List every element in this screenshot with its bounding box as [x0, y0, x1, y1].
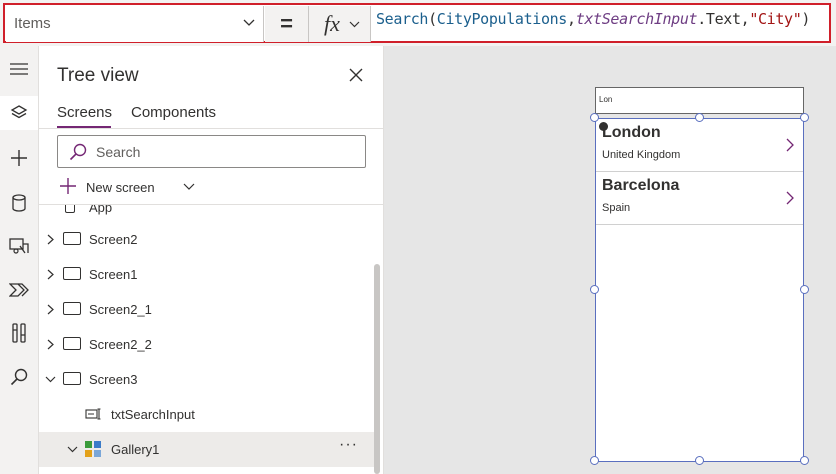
tree-node-gallery1[interactable]: Gallery1 ··· — [39, 432, 374, 467]
tree-node-screen2[interactable]: Screen2 — [39, 222, 374, 257]
formula-bar: Items = fx Search(CityPopulations,txtSea… — [3, 3, 831, 43]
text-input-icon — [85, 408, 101, 420]
resize-handle[interactable] — [590, 113, 599, 122]
plus-icon — [60, 178, 76, 194]
layers-icon[interactable] — [0, 96, 38, 130]
tools-icon[interactable] — [0, 316, 38, 350]
resize-handle[interactable] — [590, 285, 599, 294]
node-label: txtSearchInput — [111, 407, 195, 422]
property-dropdown[interactable]: Items — [6, 6, 264, 42]
property-value: Items — [14, 15, 51, 32]
media-icon[interactable] — [0, 229, 38, 263]
screen-icon — [63, 267, 81, 280]
search-text-input[interactable]: Lon — [595, 87, 804, 114]
node-label: Screen2_2 — [89, 337, 152, 352]
resize-handle[interactable] — [800, 456, 809, 465]
plus-icon[interactable] — [0, 141, 38, 175]
search-placeholder: Search — [96, 144, 141, 160]
gallery-item[interactable]: Barcelona Spain — [596, 172, 803, 225]
node-label: Screen2 — [89, 232, 138, 247]
resize-handle[interactable] — [695, 456, 704, 465]
tree-list: App Screen2 Screen1 Screen2_1 Screen2_2 … — [39, 204, 383, 474]
node-label: App — [89, 204, 113, 215]
item-title: Barcelona — [602, 177, 680, 194]
tree-node-screen1[interactable]: Screen1 — [39, 257, 374, 292]
chevron-down-icon — [243, 19, 255, 26]
search-input[interactable]: Search — [57, 135, 366, 168]
tab-components[interactable]: Components — [131, 104, 216, 121]
chevron-right-icon — [47, 339, 54, 350]
chevron-right-icon — [47, 269, 54, 280]
edit-template-icon[interactable] — [599, 122, 608, 131]
chevron-down-icon — [183, 183, 195, 190]
app-screen-preview: Lon London United Kingdom Barcelona Spai… — [590, 87, 809, 465]
canvas: Lon London United Kingdom Barcelona Spai… — [384, 46, 836, 474]
node-label: Screen2_1 — [89, 302, 152, 317]
search-icon — [69, 143, 87, 161]
panel-title: Tree view — [57, 65, 139, 86]
more-options-icon[interactable]: ··· — [339, 436, 358, 454]
tree-node-txtsearchinput[interactable]: txtSearchInput — [39, 397, 374, 432]
fx-icon: fx — [324, 11, 340, 36]
screen-icon — [63, 337, 81, 350]
resize-handle[interactable] — [695, 113, 704, 122]
gallery-icon — [85, 441, 101, 457]
formula-input[interactable]: Search(CityPopulations,txtSearchInput.Te… — [376, 10, 810, 28]
search-icon[interactable] — [0, 360, 38, 394]
chevron-down-icon — [349, 21, 360, 28]
tree-node-screen2-1[interactable]: Screen2_1 — [39, 292, 374, 327]
tab-screens[interactable]: Screens — [57, 104, 112, 121]
screen-icon — [63, 232, 81, 245]
equals-sign: = — [265, 6, 309, 42]
node-label: Screen1 — [89, 267, 138, 282]
resize-handle[interactable] — [800, 113, 809, 122]
screen-icon — [63, 372, 81, 385]
left-rail — [0, 46, 39, 474]
chevron-right-icon[interactable] — [786, 191, 794, 205]
function-button[interactable]: fx — [309, 6, 371, 42]
chevron-right-icon — [47, 304, 54, 315]
chevron-down-icon — [67, 446, 78, 453]
item-subtitle: United Kingdom — [602, 149, 681, 161]
gallery-item[interactable]: London United Kingdom — [596, 119, 803, 172]
resize-handle[interactable] — [800, 285, 809, 294]
item-subtitle: Spain — [602, 202, 631, 214]
chevron-right-icon — [47, 234, 54, 245]
chevron-down-icon — [45, 376, 56, 383]
chevron-right-icon[interactable] — [786, 138, 794, 152]
power-automate-icon[interactable] — [0, 273, 38, 307]
divider — [39, 128, 383, 129]
scrollbar[interactable] — [374, 264, 380, 474]
app-icon — [65, 205, 75, 213]
item-title: London — [602, 124, 661, 141]
tree-view-panel: Tree view Screens Components Search New … — [39, 46, 384, 474]
node-label: Gallery1 — [111, 442, 160, 457]
gallery[interactable]: London United Kingdom Barcelona Spain — [595, 118, 804, 462]
tree-node-screen2-2[interactable]: Screen2_2 — [39, 327, 374, 362]
hamburger-icon[interactable] — [0, 52, 38, 86]
screen-icon — [63, 302, 81, 315]
node-label: Screen3 — [89, 372, 138, 387]
new-screen-label: New screen — [86, 180, 155, 195]
search-text-value: Lon — [599, 95, 613, 104]
resize-handle[interactable] — [590, 456, 599, 465]
tree-node-screen3[interactable]: Screen3 — [39, 362, 374, 397]
close-icon[interactable] — [347, 66, 365, 84]
database-icon[interactable] — [0, 186, 38, 220]
